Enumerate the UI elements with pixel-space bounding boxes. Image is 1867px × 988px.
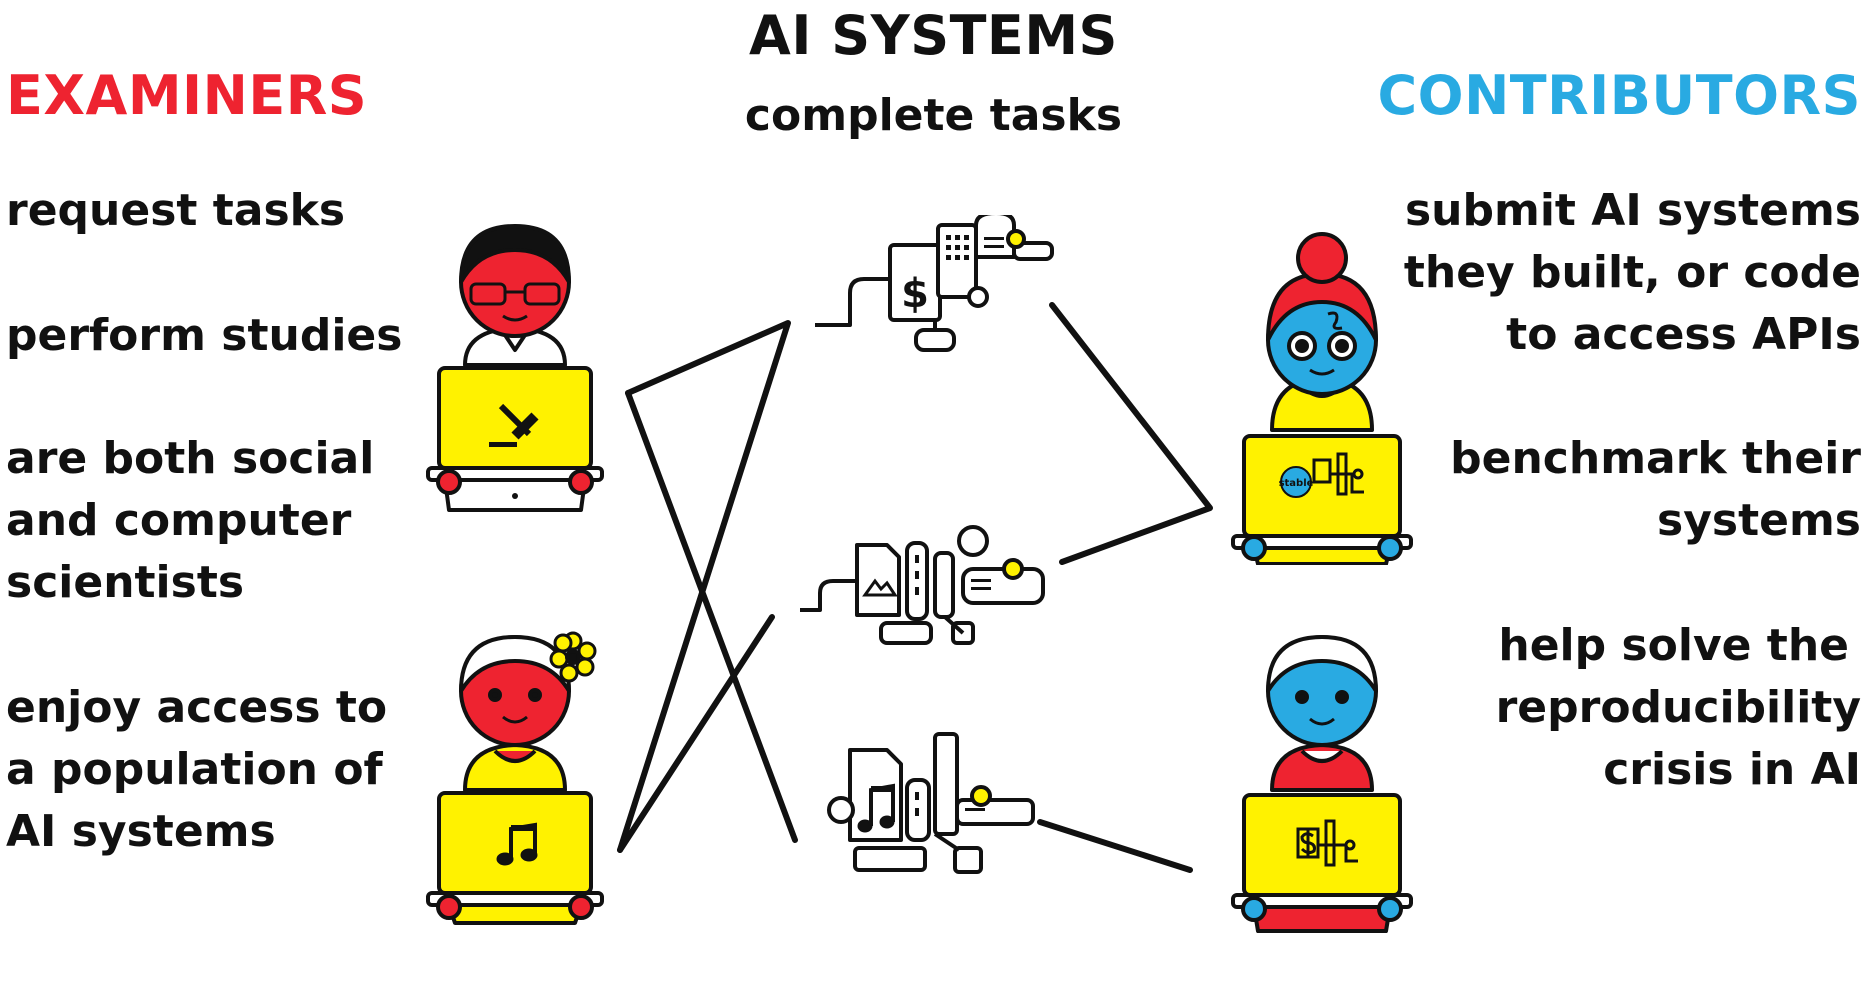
examiner-figure-2 — [426, 631, 604, 925]
ai-system-finance: $ — [815, 215, 1054, 352]
dollar-icon: $ — [901, 271, 929, 317]
examiner-figure-1 — [426, 224, 604, 512]
connector-examiner1-to-system1 — [617, 320, 791, 853]
badge-label: stable — [1279, 478, 1314, 489]
connector-contributor1-to-systems — [1049, 302, 1213, 565]
ai-system-image — [800, 525, 1045, 645]
svg-text:$: $ — [901, 271, 929, 317]
diagram-canvas: AI SYSTEMS complete tasks EXAMINERS CONT… — [0, 0, 1867, 988]
connector-contributor2-to-system3 — [1037, 819, 1193, 873]
ai-system-music — [827, 732, 1035, 874]
connector-examiner2-to-system2 — [617, 614, 775, 853]
contributor-figure-2 — [1231, 635, 1413, 933]
contributor-figure-1: stable — [1231, 232, 1413, 565]
